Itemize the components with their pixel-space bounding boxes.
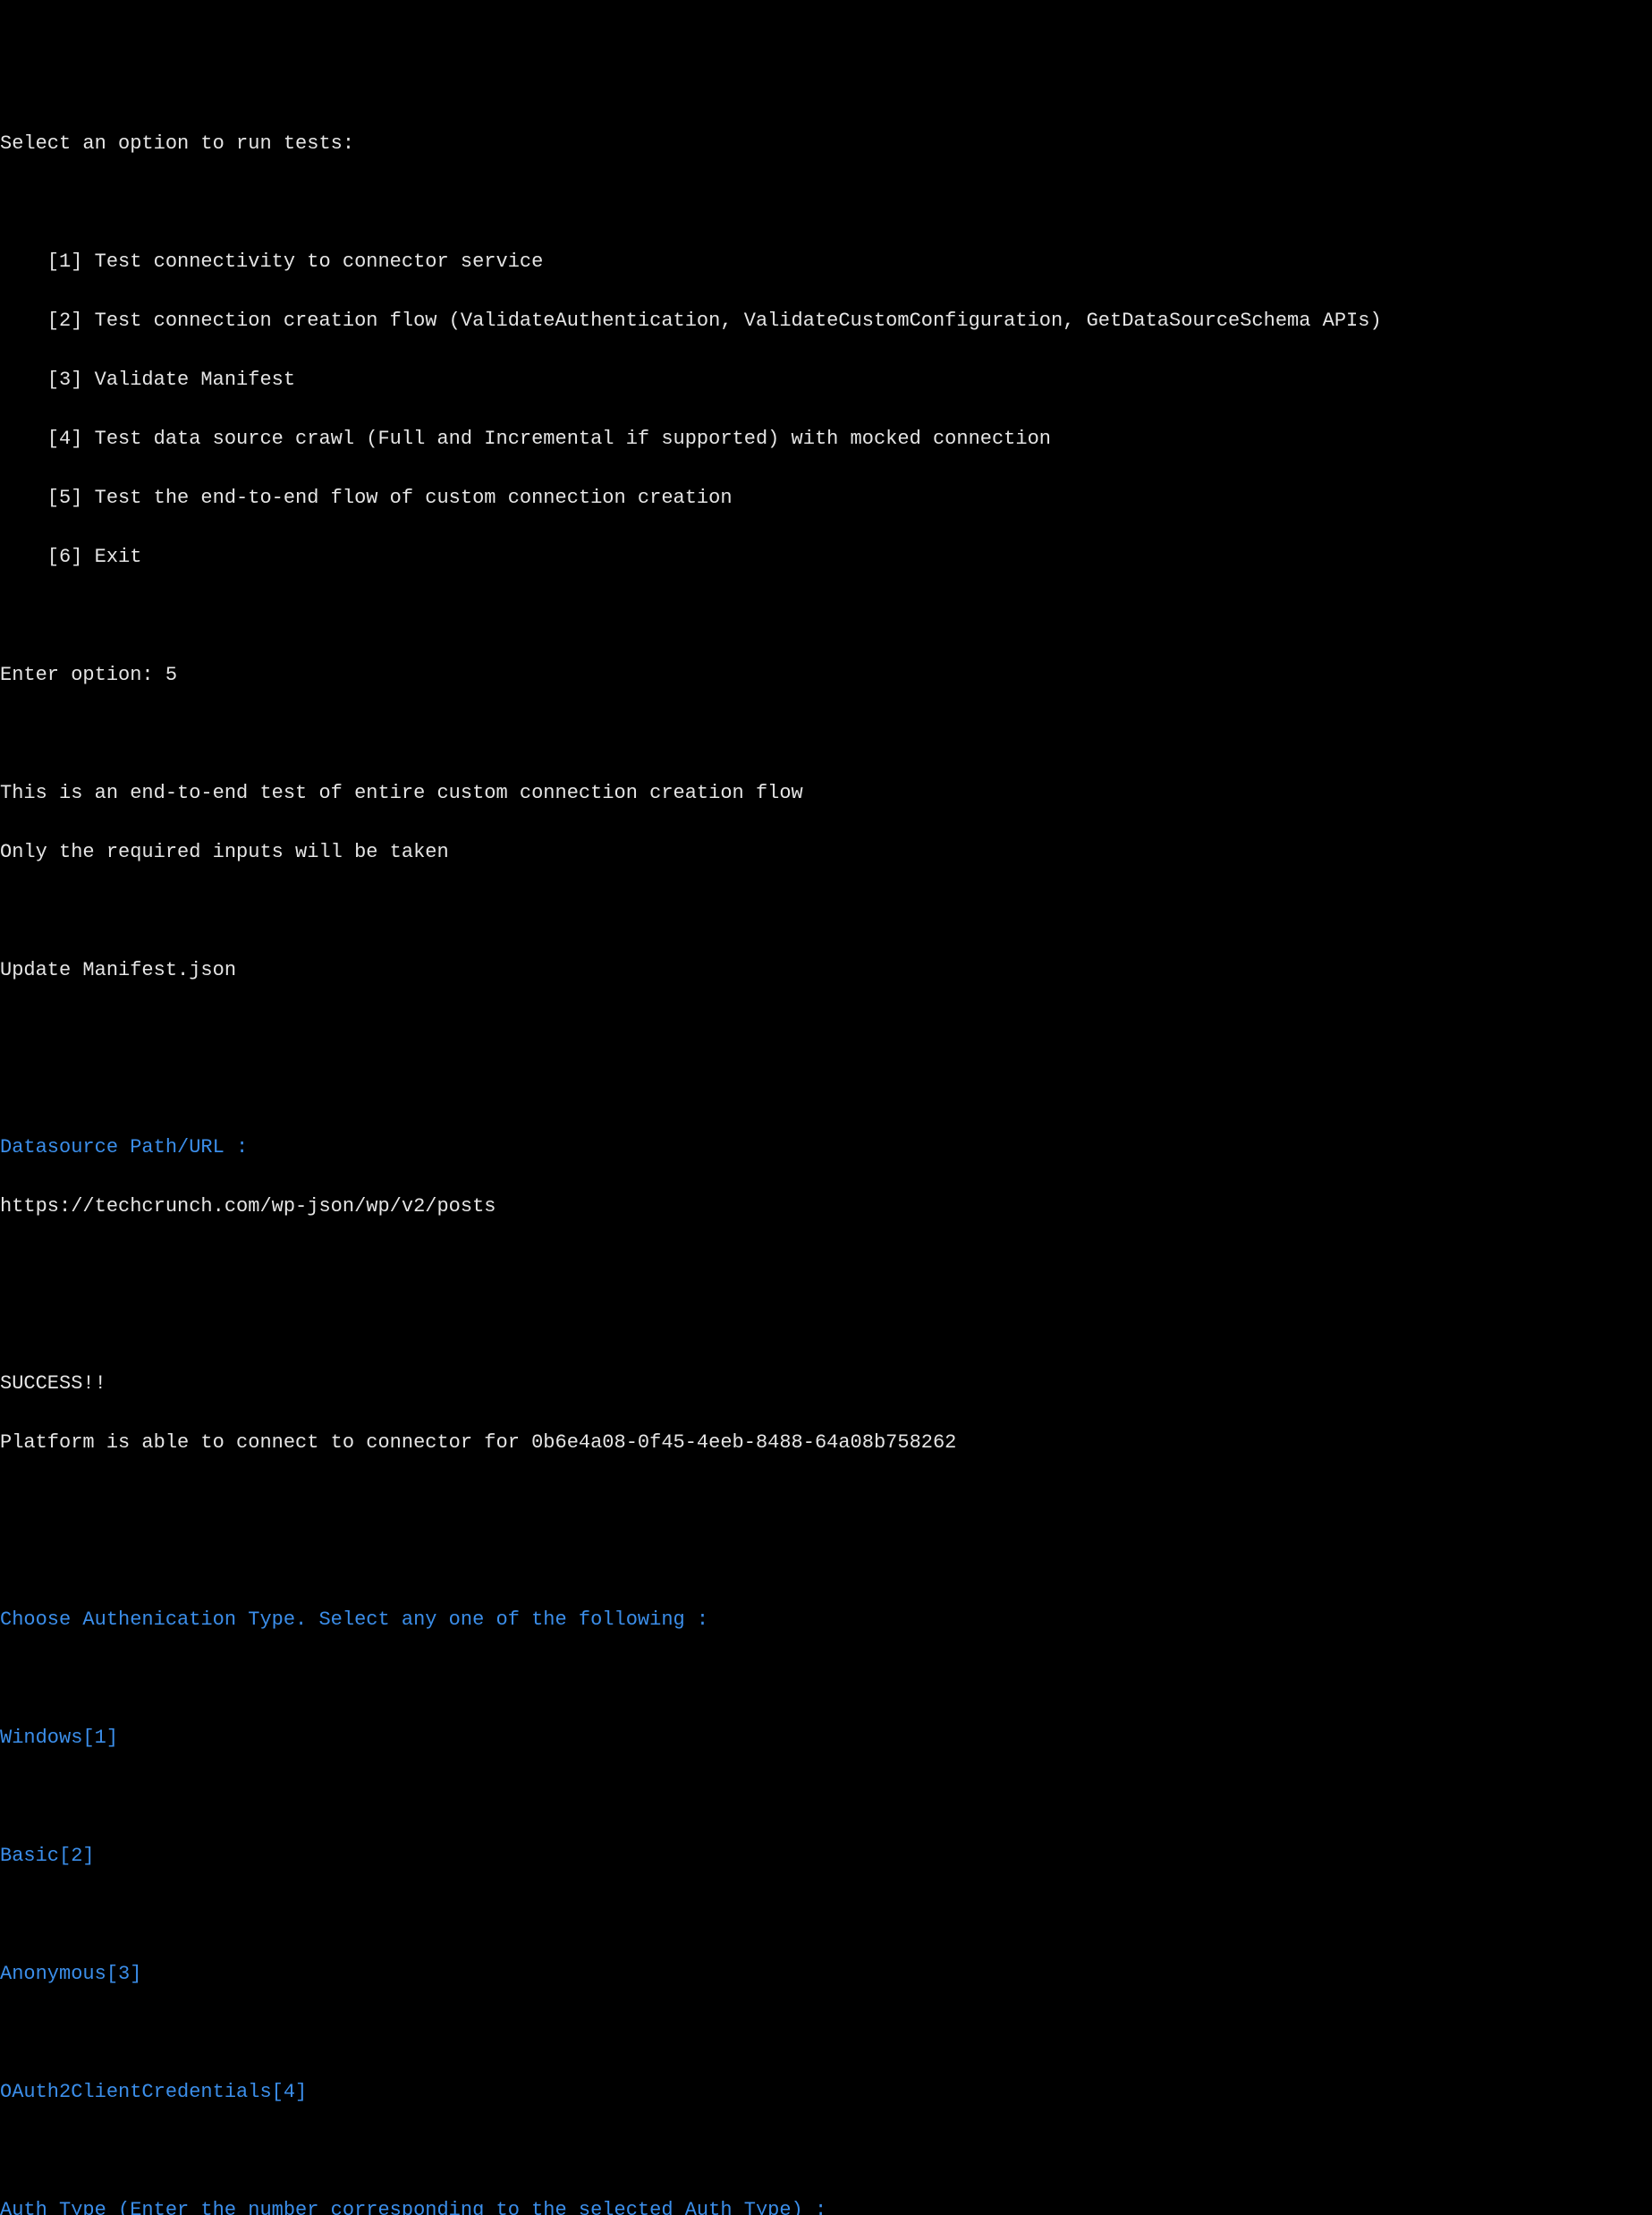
menu-option-1: [1] Test connectivity to connector servi… xyxy=(0,247,1652,276)
success-message: Platform is able to connect to connector… xyxy=(0,1428,1652,1457)
update-manifest-line: Update Manifest.json xyxy=(0,955,1652,985)
blank-line xyxy=(0,1782,1652,1812)
description-line-2: Only the required inputs will be taken xyxy=(0,837,1652,867)
auth-option-basic: Basic[2] xyxy=(0,1841,1652,1871)
blank-line xyxy=(0,601,1652,631)
blank-line xyxy=(0,1251,1652,1280)
menu-option-4: [4] Test data source crawl (Full and Inc… xyxy=(0,424,1652,454)
blank-line xyxy=(0,719,1652,749)
blank-line xyxy=(0,2018,1652,2048)
blank-line xyxy=(0,1900,1652,1930)
description-line-1: This is an end-to-end test of entire cus… xyxy=(0,778,1652,808)
enter-option-label: Enter option: xyxy=(0,664,165,686)
menu-option-2: [2] Test connection creation flow (Valid… xyxy=(0,306,1652,335)
auth-type-header: Choose Authenication Type. Select any on… xyxy=(0,1605,1652,1634)
blank-line xyxy=(0,2136,1652,2166)
success-label: SUCCESS!! xyxy=(0,1369,1652,1398)
blank-line xyxy=(0,1014,1652,1044)
enter-option-value: 5 xyxy=(165,664,177,686)
blank-line xyxy=(0,1074,1652,1103)
datasource-prompt: Datasource Path/URL : xyxy=(0,1133,1652,1162)
blank-line xyxy=(0,1487,1652,1516)
menu-header: Select an option to run tests: xyxy=(0,129,1652,158)
blank-line xyxy=(0,1664,1652,1693)
menu-option-5: [5] Test the end-to-end flow of custom c… xyxy=(0,483,1652,513)
menu-option-3: [3] Validate Manifest xyxy=(0,365,1652,395)
blank-line xyxy=(0,1310,1652,1339)
menu-option-6: [6] Exit xyxy=(0,542,1652,572)
auth-option-windows: Windows[1] xyxy=(0,1723,1652,1752)
datasource-input-value[interactable]: https://techcrunch.com/wp-json/wp/v2/pos… xyxy=(0,1192,1652,1221)
blank-line xyxy=(0,896,1652,926)
auth-type-input-prompt[interactable]: Auth Type (Enter the number correspondin… xyxy=(0,2195,1652,2215)
blank-line xyxy=(0,188,1652,217)
enter-option-line[interactable]: Enter option: 5 xyxy=(0,660,1652,690)
auth-option-anonymous: Anonymous[3] xyxy=(0,1959,1652,1989)
blank-line xyxy=(0,1546,1652,1575)
auth-option-oauth: OAuth2ClientCredentials[4] xyxy=(0,2077,1652,2107)
